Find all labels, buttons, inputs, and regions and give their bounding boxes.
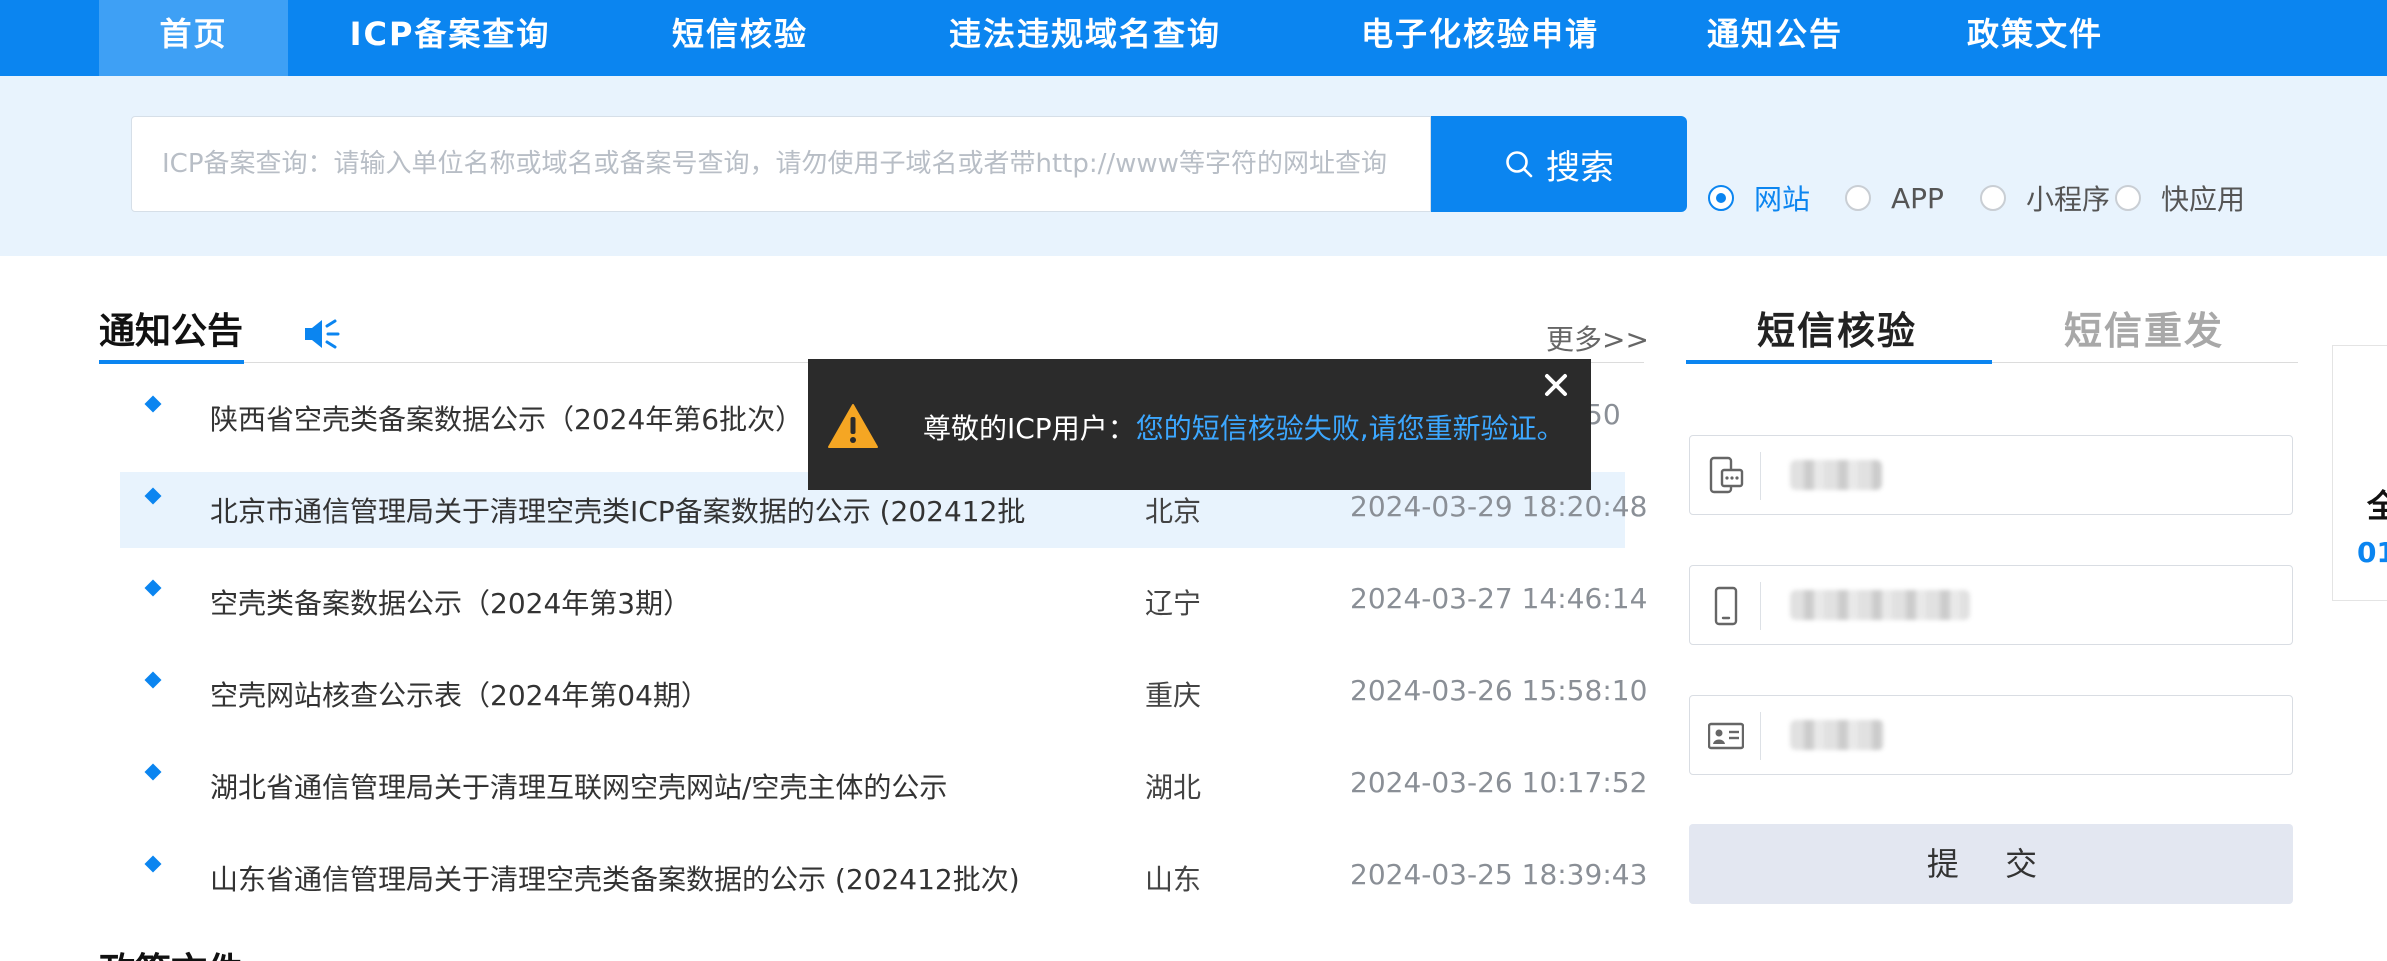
notice-date: 2024-03-25 18:39:43: [1350, 858, 1648, 891]
notice-title: 空壳类备案数据公示（2024年第3期）: [210, 587, 692, 620]
notices-title: 通知公告: [99, 311, 244, 352]
blurred-value: [1790, 720, 1884, 750]
close-icon[interactable]: [1536, 365, 1576, 405]
notice-title: 北京市通信管理局关于清理空壳类ICP备案数据的公示 (202412批: [210, 495, 1026, 528]
diamond-bullet-icon: [144, 579, 162, 597]
notice-title: 空壳网站核查公示表（2024年第04期）: [210, 679, 709, 712]
radio-quick-app[interactable]: 快应用: [2115, 180, 2245, 216]
side-card-char: 全: [2367, 487, 2387, 525]
diamond-bullet-icon: [144, 487, 162, 505]
tab-sms-resend[interactable]: 短信重发: [2064, 300, 2224, 355]
notice-province: 重庆: [1145, 679, 1202, 712]
search-button-label: 搜索: [1546, 147, 1614, 188]
notice-row[interactable]: 湖北省通信管理局关于清理互联网空壳网站/空壳主体的公示 湖北 2024-03-2…: [120, 748, 1647, 824]
nav-icp-query[interactable]: ICP备案查询: [330, 0, 570, 76]
toast-prefix: 尊敬的ICP用户：: [923, 412, 1136, 445]
policy-section-title: 政策文件: [99, 942, 243, 961]
search-button[interactable]: 搜索: [1431, 116, 1687, 212]
radio-dot-icon: [1708, 185, 1734, 211]
search-input[interactable]: [131, 116, 1431, 212]
diamond-bullet-icon: [144, 855, 162, 873]
notice-row[interactable]: 空壳类备案数据公示（2024年第3期） 辽宁 2024-03-27 14:46:…: [120, 564, 1647, 640]
notice-date: 2024-03-26 10:17:52: [1350, 766, 1648, 799]
notice-province: 湖北: [1145, 771, 1202, 804]
radio-label: 小程序: [2026, 183, 2111, 216]
tab-sms-verify[interactable]: 短信核验: [1757, 300, 1917, 355]
radio-app[interactable]: APP: [1845, 180, 1944, 216]
top-nav: 首页 ICP备案查询 短信核验 违法违规域名查询 电子化核验申请 通知公告 政策…: [0, 0, 2387, 76]
notices-title-underline: [99, 360, 244, 364]
radio-dot-icon: [1980, 185, 2006, 211]
nav-sms-verify[interactable]: 短信核验: [640, 0, 840, 76]
notice-date: 2024-03-26 15:58:10: [1350, 674, 1648, 707]
nav-policy[interactable]: 政策文件: [1950, 0, 2120, 76]
active-tab-underline: [1686, 360, 1992, 364]
notice-date: 2024-03-27 14:46:14: [1350, 582, 1648, 615]
notice-province: 北京: [1145, 495, 1202, 528]
notice-row[interactable]: 山东省通信管理局关于清理空壳类备案数据的公示 (202412批次) 山东 202…: [120, 840, 1647, 916]
nav-electronic-verify[interactable]: 电子化核验申请: [1320, 0, 1640, 76]
error-toast: 尊敬的ICP用户：您的短信核验失败,请您重新验证。: [808, 359, 1591, 490]
toast-message: 尊敬的ICP用户：您的短信核验失败,请您重新验证。: [923, 407, 1565, 447]
field-separator: [1760, 452, 1761, 500]
sms-code-field[interactable]: [1689, 435, 2293, 515]
radio-mini-program[interactable]: 小程序: [1980, 180, 2110, 216]
nav-home[interactable]: 首页: [99, 0, 288, 76]
speaker-icon: [305, 319, 340, 349]
blurred-value: [1790, 590, 1970, 620]
search-icon: [1506, 151, 1533, 178]
diamond-bullet-icon: [144, 763, 162, 781]
radio-label: 网站: [1754, 183, 1811, 216]
mobile-phone-icon: [1714, 586, 1738, 626]
nav-illegal-domain-query[interactable]: 违法违规域名查询: [900, 0, 1270, 76]
more-link[interactable]: 更多>>: [1546, 318, 1649, 358]
submit-button[interactable]: 提 交: [1689, 824, 2293, 904]
diamond-bullet-icon: [144, 671, 162, 689]
radio-website[interactable]: 网站: [1708, 180, 1810, 216]
radio-label: 快应用: [2161, 183, 2246, 216]
diamond-bullet-icon: [144, 395, 162, 413]
phone-number-field[interactable]: [1689, 565, 2293, 645]
radio-dot-icon: [1845, 185, 1871, 211]
id-number-field[interactable]: [1689, 695, 2293, 775]
notice-date: 2024-03-29 18:20:48: [1350, 490, 1648, 523]
radio-dot-icon: [2115, 185, 2141, 211]
warning-icon: [828, 404, 878, 448]
side-card-number: 01: [2357, 536, 2387, 569]
notice-row[interactable]: 空壳网站核查公示表（2024年第04期） 重庆 2024-03-26 15:58…: [120, 656, 1647, 732]
notice-title: 陕西省空壳类备案数据公示（2024年第6批次）: [210, 403, 804, 436]
nav-notices[interactable]: 通知公告: [1690, 0, 1860, 76]
notice-title: 山东省通信管理局关于清理空壳类备案数据的公示 (202412批次): [210, 863, 1020, 896]
side-card: 全 01: [2332, 345, 2387, 601]
blurred-value: [1790, 460, 1882, 490]
id-card-icon: [1708, 722, 1744, 750]
toast-highlight: 您的短信核验失败,请您重新验证。: [1135, 412, 1565, 445]
sms-phone-icon: [1709, 456, 1744, 494]
notice-province: 辽宁: [1145, 587, 1202, 620]
radio-label: APP: [1891, 181, 1944, 215]
field-separator: [1760, 582, 1761, 630]
notice-title: 湖北省通信管理局关于清理互联网空壳网站/空壳主体的公示: [210, 771, 948, 804]
field-separator: [1760, 712, 1761, 760]
notice-province: 山东: [1145, 863, 1202, 896]
